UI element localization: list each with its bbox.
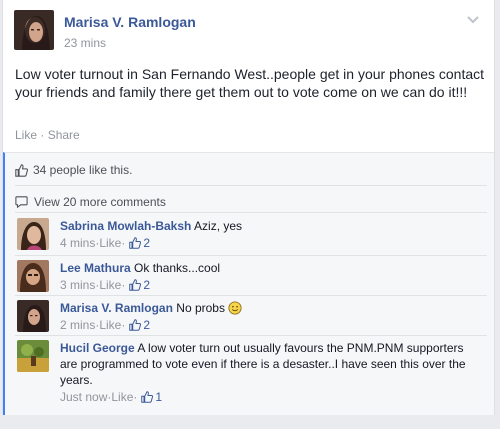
meta-separator: · [121, 278, 126, 292]
comment-meta: 2 mins · Like · 2 [60, 317, 480, 333]
post-share-link[interactable]: Share [48, 128, 80, 142]
comment-like-link[interactable]: Like [99, 235, 121, 251]
divider [15, 335, 487, 336]
view-more-comments[interactable]: View 20 more comments [15, 195, 166, 209]
like-count-value: 1 [155, 390, 163, 404]
thumbs-up-icon [15, 163, 28, 177]
comment-timestamp[interactable]: Just now [60, 389, 107, 405]
comment-body: Sabrina Mowlah-Baksh Aziz, yes 4 mins · … [60, 218, 480, 251]
commenter-name[interactable]: Sabrina Mowlah-Baksh [60, 219, 191, 233]
comment-body: Marisa V. Ramlogan No probs 2 mins · Lik… [60, 300, 480, 333]
comment-timestamp[interactable]: 4 mins [60, 235, 95, 251]
comment-body: Lee Mathura Ok thanks...cool 3 mins · Li… [60, 260, 480, 293]
comment-like-count[interactable]: 2 [129, 277, 150, 293]
comment-body: Hucil George A low voter turn out usuall… [60, 340, 480, 405]
thumbs-up-icon [141, 391, 154, 403]
meta-separator: · [121, 318, 126, 332]
comment-like-link[interactable]: Like [111, 389, 133, 405]
commenter-avatar[interactable] [17, 300, 49, 332]
like-count-value: 2 [143, 236, 151, 250]
smiley-emoji-icon [228, 301, 242, 315]
feedback-section: 34 people like this. View 20 more commen… [3, 152, 494, 415]
comment-text: No probs [172, 301, 229, 315]
like-count-value: 2 [143, 318, 151, 332]
author-avatar[interactable] [14, 10, 54, 50]
post-action-bar: Like · Share [15, 128, 80, 142]
thumbs-up-icon [129, 279, 142, 291]
thumbs-up-icon [129, 319, 142, 331]
post-body-text: Low voter turnout in San Fernando West..… [15, 66, 485, 100]
divider [15, 295, 487, 296]
post-timestamp[interactable]: 23 mins [64, 36, 106, 50]
comment-bubble-icon [15, 196, 28, 208]
commenter-name[interactable]: Hucil George [60, 341, 135, 355]
comment-text: Ok thanks...cool [130, 261, 221, 275]
comment-meta: 4 mins · Like · 2 [60, 235, 480, 251]
action-separator: · [37, 128, 48, 142]
comment-timestamp[interactable]: 2 mins [60, 317, 95, 333]
divider [15, 185, 487, 186]
commenter-avatar[interactable] [17, 340, 49, 372]
post-like-link[interactable]: Like [15, 128, 37, 142]
comment-like-link[interactable]: Like [99, 277, 121, 293]
comment-like-count[interactable]: 1 [141, 389, 162, 405]
commenter-avatar[interactable] [17, 218, 49, 250]
commenter-name[interactable]: Marisa V. Ramlogan [60, 301, 173, 315]
divider [15, 255, 487, 256]
comment-like-count[interactable]: 2 [129, 317, 150, 333]
post-author-name[interactable]: Marisa V. Ramlogan [64, 14, 196, 30]
comment-timestamp[interactable]: 3 mins [60, 277, 95, 293]
commenter-name[interactable]: Lee Mathura [60, 261, 131, 275]
likes-count-text[interactable]: 34 people like this. [33, 163, 132, 177]
comment-like-count[interactable]: 2 [129, 235, 150, 251]
comment-meta: 3 mins · Like · 2 [60, 277, 480, 293]
commenter-avatar[interactable] [17, 260, 49, 292]
comment-text: Aziz, yes [191, 219, 243, 233]
comment-meta: Just now · Like · 1 [60, 389, 480, 405]
comment-like-link[interactable]: Like [99, 317, 121, 333]
view-more-label[interactable]: View 20 more comments [34, 195, 166, 209]
divider [15, 212, 487, 213]
meta-separator: · [133, 390, 138, 404]
chevron-down-icon[interactable] [466, 14, 480, 24]
meta-separator: · [121, 236, 126, 250]
likes-summary[interactable]: 34 people like this. [15, 162, 132, 178]
post-card: Marisa V. Ramlogan 23 mins Low voter tur… [2, 0, 495, 415]
thumbs-up-icon [129, 237, 142, 249]
like-count-value: 2 [143, 278, 151, 292]
